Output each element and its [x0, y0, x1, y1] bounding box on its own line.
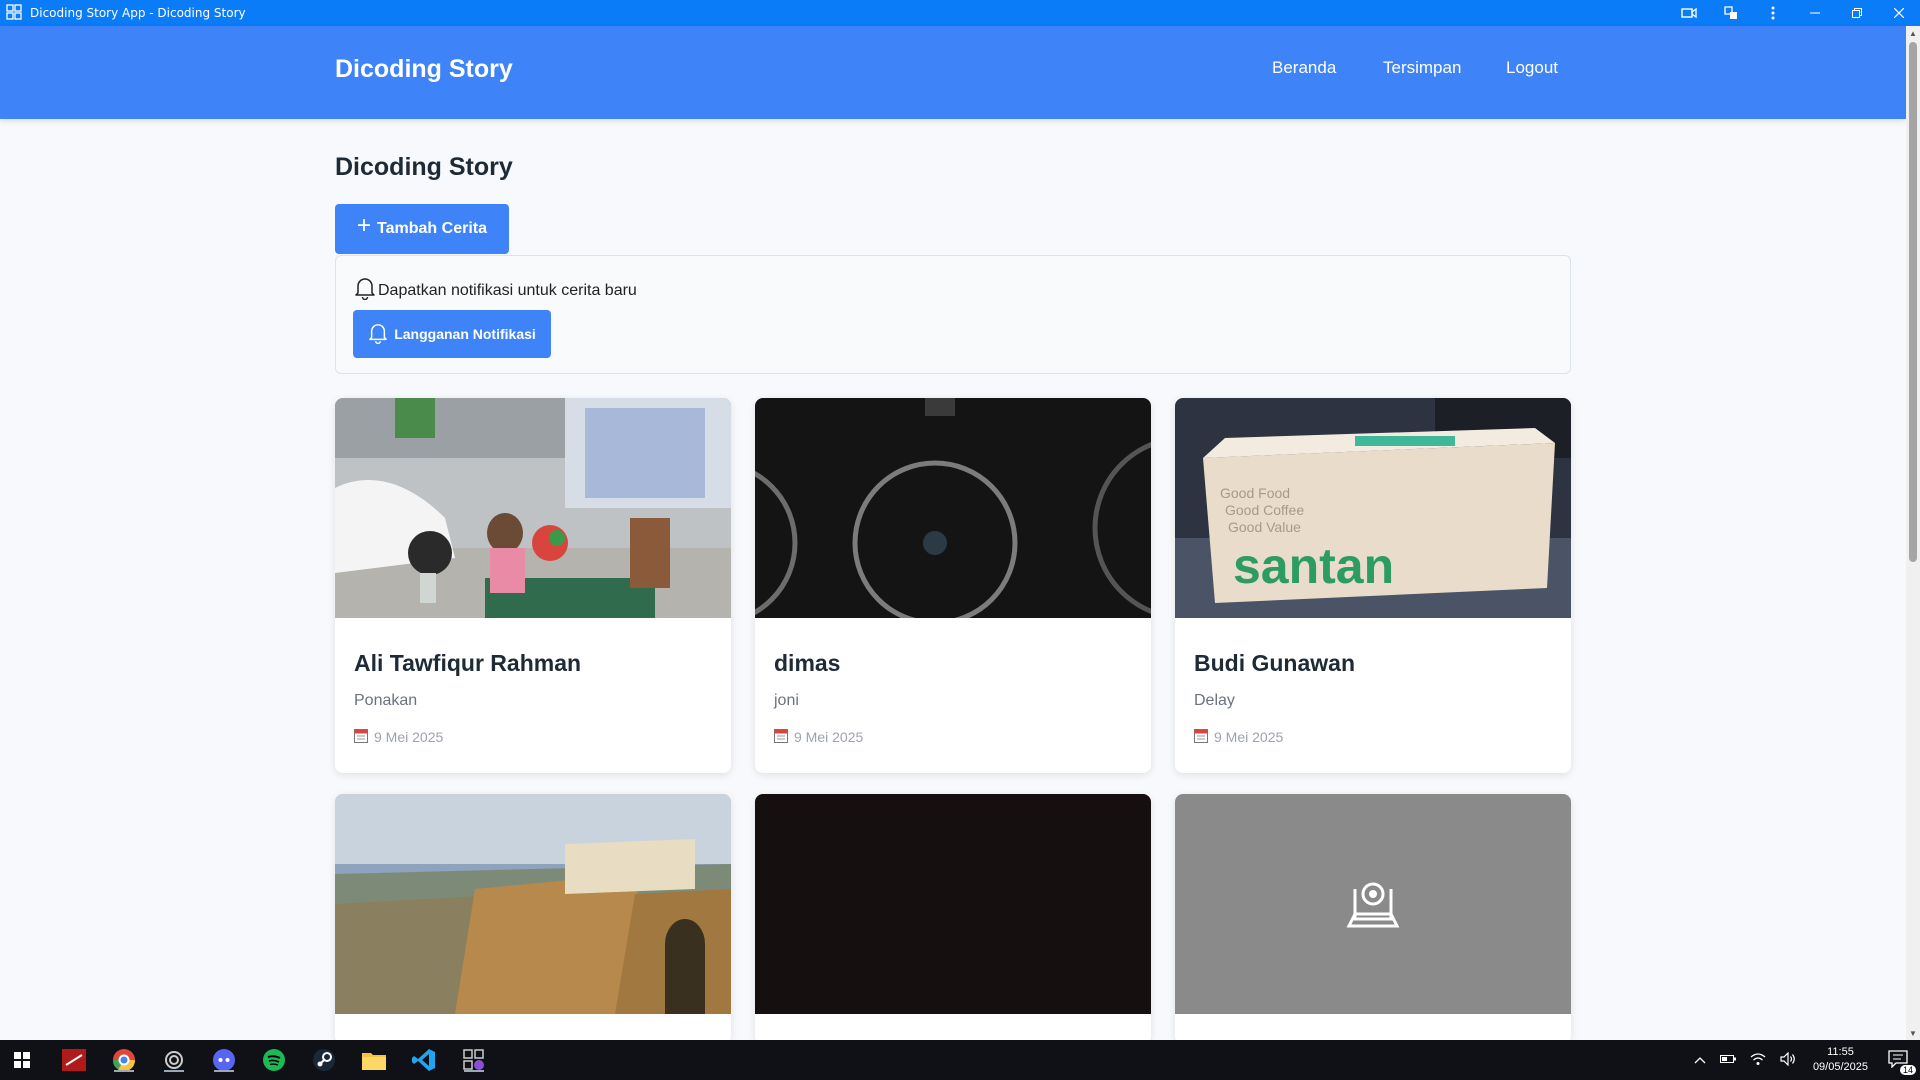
story-description: joni: [774, 692, 799, 709]
story-photo: [755, 398, 1151, 618]
story-photo: Good Food Good Coffee Good Value santan: [1175, 398, 1571, 618]
story-photo: [755, 794, 1151, 1014]
story-description: Delay: [1194, 692, 1235, 709]
calendar-icon: [774, 728, 788, 746]
story-date-text: 9 Mei 2025: [1214, 729, 1284, 745]
story-card[interactable]: dimas joni 9 Mei 2025: [755, 398, 1151, 773]
taskbar-clock[interactable]: 11:55 09/05/2025: [1813, 1045, 1868, 1075]
active-indicator: [464, 1070, 484, 1072]
add-story-label: Tambah Cerita: [377, 220, 487, 237]
story-author: Budi Gunawan: [1194, 650, 1355, 676]
steam-icon[interactable]: [306, 1046, 342, 1074]
nav-link-tersimpan[interactable]: Tersimpan: [1383, 58, 1461, 78]
more-options-icon[interactable]: [1752, 0, 1794, 26]
window-titlebar: Dicoding Story App - Dicoding Story: [0, 0, 1920, 26]
story-date: 9 Mei 2025: [1194, 728, 1283, 746]
story-author: dimas: [774, 650, 841, 676]
windows-start-icon[interactable]: [4, 1046, 40, 1074]
story-photo: [335, 398, 731, 618]
nav-link-beranda[interactable]: Beranda: [1272, 58, 1336, 78]
story-date-text: 9 Mei 2025: [794, 729, 864, 745]
wifi-icon[interactable]: [1750, 1052, 1766, 1069]
brand-logo[interactable]: Dicoding Story: [335, 55, 513, 84]
story-photo-placeholder: [1175, 794, 1571, 1014]
page-scrollbar[interactable]: ▲ ▼: [1906, 26, 1920, 1040]
story-photo: [335, 794, 731, 1014]
close-icon[interactable]: [1878, 0, 1920, 26]
bell-icon: [354, 276, 376, 305]
scroll-down-icon[interactable]: ▼: [1906, 1026, 1920, 1040]
active-indicator: [114, 1070, 134, 1072]
app-ring-icon[interactable]: [156, 1046, 192, 1074]
story-card[interactable]: Ali Tawfiqur Rahman Ponakan 9 Mei 2025: [335, 398, 731, 773]
story-card[interactable]: [1175, 794, 1571, 1044]
story-description: Ponakan: [354, 692, 418, 709]
svg-text:santan: santan: [1233, 538, 1394, 594]
restore-icon[interactable]: [1836, 0, 1878, 26]
translate-icon[interactable]: [1710, 0, 1752, 26]
calendar-icon: [354, 728, 368, 746]
scrollbar-thumb[interactable]: [1909, 42, 1917, 562]
app-red-icon[interactable]: [56, 1046, 92, 1074]
camera-icon[interactable]: [1668, 0, 1710, 26]
story-date: 9 Mei 2025: [774, 728, 863, 746]
plus-icon: +: [357, 212, 372, 239]
calendar-icon: [1194, 728, 1208, 746]
active-indicator: [164, 1070, 184, 1072]
window-title: Dicoding Story App - Dicoding Story: [30, 6, 246, 20]
story-date-text: 9 Mei 2025: [374, 729, 444, 745]
system-tray: 11:55 09/05/2025 14: [1687, 1040, 1920, 1080]
add-story-button[interactable]: + Tambah Cerita: [335, 204, 509, 254]
bell-icon: [368, 322, 388, 347]
svg-text:Good Food: Good Food: [1220, 485, 1290, 501]
subscribe-label: Langganan Notifikasi: [394, 326, 536, 342]
app-header: Dicoding Story Beranda Tersimpan Logout: [0, 26, 1906, 119]
chevron-up-icon[interactable]: [1694, 1053, 1706, 1067]
active-indicator: [214, 1070, 234, 1072]
story-card[interactable]: Good Food Good Coffee Good Value santan …: [1175, 398, 1571, 773]
action-center-icon[interactable]: 14: [1888, 1049, 1916, 1075]
page-title: Dicoding Story: [335, 153, 513, 181]
battery-icon[interactable]: [1719, 1053, 1736, 1067]
windows-taskbar: 11:55 09/05/2025 14: [0, 1040, 1920, 1080]
volume-icon[interactable]: [1780, 1051, 1796, 1069]
subscribe-notification-button[interactable]: Langganan Notifikasi: [353, 310, 551, 358]
vscode-icon[interactable]: [406, 1046, 442, 1074]
story-date: 9 Mei 2025: [354, 728, 443, 746]
notification-text: Dapatkan notifikasi untuk cerita baru: [378, 281, 637, 299]
story-card[interactable]: [755, 794, 1151, 1044]
story-card[interactable]: [335, 794, 731, 1044]
chrome-icon[interactable]: [106, 1046, 142, 1074]
spotify-icon[interactable]: [256, 1046, 292, 1074]
svg-text:Good Coffee: Good Coffee: [1225, 502, 1304, 518]
story-author: Ali Tawfiqur Rahman: [354, 650, 582, 676]
svg-text:Good Value: Good Value: [1228, 519, 1301, 535]
nav-link-logout[interactable]: Logout: [1506, 58, 1558, 78]
clock-time: 11:55: [1827, 1046, 1854, 1058]
notification-panel: Dapatkan notifikasi untuk cerita baru La…: [335, 255, 1571, 374]
clock-date: 09/05/2025: [1812, 1061, 1868, 1073]
minimize-icon[interactable]: [1794, 0, 1836, 26]
discord-icon[interactable]: [206, 1046, 242, 1074]
file-explorer-icon[interactable]: [356, 1046, 392, 1074]
dicoding-app-icon[interactable]: [456, 1046, 492, 1074]
scroll-up-icon[interactable]: ▲: [1906, 26, 1920, 40]
notification-prompt: Dapatkan notifikasi untuk cerita baru: [354, 276, 637, 305]
app-grid-icon: [6, 4, 24, 22]
notification-count-badge: 14: [1899, 1064, 1916, 1075]
